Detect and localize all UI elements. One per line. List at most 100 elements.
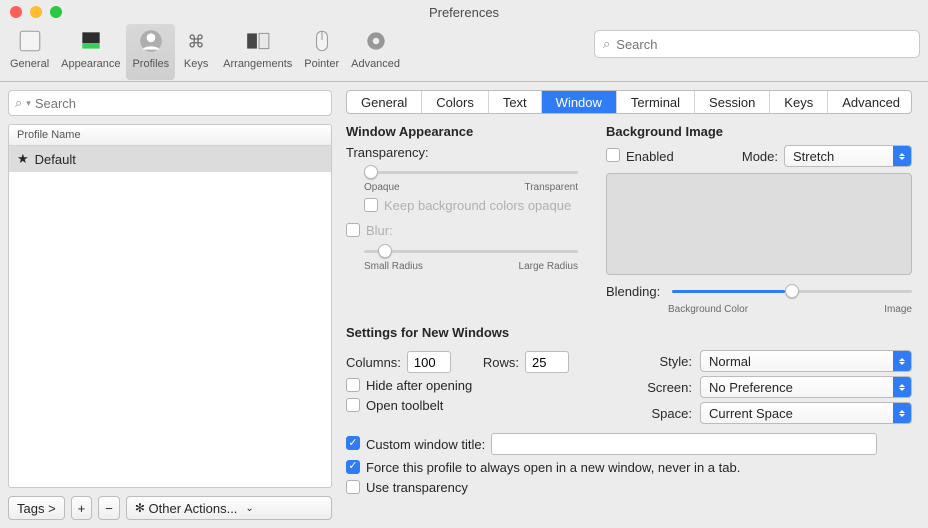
transparency-label: Transparency: (346, 145, 582, 160)
tab-session[interactable]: Session (695, 91, 770, 113)
search-icon: ⌕ (603, 36, 610, 52)
profile-detail: General Colors Text Window Terminal Sess… (340, 82, 928, 528)
opaque-label: Opaque (364, 182, 400, 193)
bg-mode-select[interactable]: Stretch (784, 145, 912, 167)
toolbar-pointer[interactable]: Pointer (298, 24, 345, 80)
toolbar-label: Advanced (351, 58, 400, 70)
general-icon (15, 26, 45, 56)
keys-icon: ⌘ (181, 26, 211, 56)
small-radius-label: Small Radius (364, 261, 423, 272)
toolbar-arrangements[interactable]: Arrangements (217, 24, 298, 80)
blur-checkbox (346, 223, 360, 237)
bg-image-heading: Background Image (606, 124, 912, 139)
appearance-icon (76, 26, 106, 56)
tab-colors[interactable]: Colors (422, 91, 489, 113)
tab-keys[interactable]: Keys (770, 91, 828, 113)
toolbar-advanced[interactable]: Advanced (345, 24, 406, 80)
keep-bg-label: Keep background colors opaque (384, 198, 571, 213)
style-select[interactable]: Normal (700, 350, 912, 372)
profiles-header: Profile Name (9, 125, 331, 146)
tab-general[interactable]: General (347, 91, 422, 113)
profile-tabs: General Colors Text Window Terminal Sess… (346, 90, 912, 114)
toolbar-keys[interactable]: ⌘ Keys (175, 24, 217, 80)
custom-title-input[interactable] (491, 433, 877, 455)
columns-label: Columns: (346, 355, 401, 370)
other-actions-button[interactable]: ✻ Other Actions... ⌄ (126, 496, 332, 520)
toolbelt-checkbox[interactable] (346, 398, 360, 412)
style-value: Normal (709, 354, 751, 369)
tab-text[interactable]: Text (489, 91, 542, 113)
profiles-sidebar: ⌕▾ Profile Name ★ Default Tags > + − ✻ O… (0, 82, 340, 528)
columns-input[interactable] (407, 351, 451, 373)
bg-enabled-checkbox[interactable] (606, 148, 620, 162)
remove-profile-button[interactable]: − (98, 496, 120, 520)
tab-terminal[interactable]: Terminal (617, 91, 695, 113)
toolbar-appearance[interactable]: Appearance (55, 24, 126, 80)
toolbar-label: Keys (184, 58, 208, 70)
custom-title-checkbox[interactable] (346, 436, 360, 450)
force-new-window-label: Force this profile to always open in a n… (366, 460, 740, 475)
blending-slider[interactable] (672, 283, 912, 299)
transparency-slider[interactable] (364, 164, 578, 180)
space-value: Current Space (709, 406, 793, 421)
screen-value: No Preference (709, 380, 793, 395)
tab-advanced[interactable]: Advanced (828, 91, 912, 113)
profile-row-default[interactable]: ★ Default (9, 146, 331, 172)
custom-title-label: Custom window title: (366, 437, 485, 452)
toolbar-label: Appearance (61, 58, 120, 70)
gear-icon (361, 26, 391, 56)
bg-image-well[interactable] (606, 173, 912, 275)
star-icon: ★ (17, 151, 29, 167)
toolbar-profiles[interactable]: Profiles (126, 24, 175, 80)
profile-search[interactable]: ⌕▾ (8, 90, 332, 116)
toolbelt-label: Open toolbelt (366, 398, 443, 413)
toolbar-general[interactable]: General (4, 24, 55, 80)
window-appearance-heading: Window Appearance (346, 124, 582, 139)
search-icon: ⌕ (15, 95, 22, 111)
global-search-input[interactable] (616, 37, 911, 52)
style-label: Style: (636, 354, 692, 369)
pointer-icon (307, 26, 337, 56)
preferences-toolbar: General Appearance Profiles ⌘ Keys Arran… (0, 24, 928, 82)
profile-search-input[interactable] (35, 96, 325, 111)
blending-label: Blending: (606, 284, 660, 299)
profiles-footer: Tags > + − ✻ Other Actions... ⌄ (8, 496, 332, 520)
bg-image-label: Image (884, 304, 912, 315)
bg-mode-label: Mode: (742, 149, 778, 164)
use-transparency-checkbox[interactable] (346, 480, 360, 494)
space-label: Space: (636, 406, 692, 421)
large-radius-label: Large Radius (519, 261, 578, 272)
space-select[interactable]: Current Space (700, 402, 912, 424)
chevron-down-icon: ▾ (26, 98, 31, 109)
blur-label: Blur: (366, 223, 393, 238)
window-title: Preferences (0, 5, 928, 20)
toolbar-label: Profiles (132, 58, 169, 70)
other-actions-label: Other Actions... (149, 501, 238, 516)
svg-text:⌘: ⌘ (187, 32, 204, 52)
keep-bg-checkbox (364, 198, 378, 212)
add-profile-button[interactable]: + (71, 496, 93, 520)
use-transparency-label: Use transparency (366, 480, 468, 495)
titlebar: Preferences (0, 0, 928, 24)
profiles-icon (136, 26, 166, 56)
toolbar-label: General (10, 58, 49, 70)
rows-input[interactable] (525, 351, 569, 373)
profile-name: Default (35, 152, 76, 167)
screen-select[interactable]: No Preference (700, 376, 912, 398)
tags-label: Tags > (17, 501, 56, 516)
tab-window[interactable]: Window (542, 91, 617, 113)
settings-heading: Settings for New Windows (346, 325, 912, 340)
hide-label: Hide after opening (366, 378, 472, 393)
hide-checkbox[interactable] (346, 378, 360, 392)
bg-color-label: Background Color (668, 304, 748, 315)
profiles-table: Profile Name ★ Default (8, 124, 332, 488)
force-new-window-checkbox[interactable] (346, 460, 360, 474)
screen-label: Screen: (636, 380, 692, 395)
rows-label: Rows: (483, 355, 519, 370)
tags-button[interactable]: Tags > (8, 496, 65, 520)
toolbar-label: Pointer (304, 58, 339, 70)
global-search[interactable]: ⌕ (594, 30, 920, 58)
chevron-down-icon: ⌄ (245, 503, 253, 514)
bg-mode-value: Stretch (793, 149, 834, 164)
gear-icon: ✻ (135, 501, 145, 515)
